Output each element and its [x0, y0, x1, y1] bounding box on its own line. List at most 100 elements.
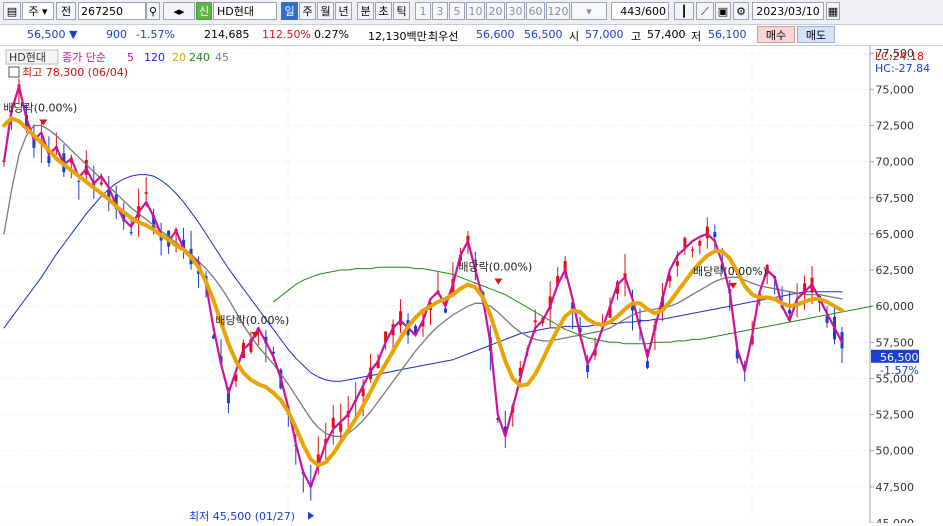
y-tick-label: 47,500 [876, 481, 915, 494]
calendar-icon[interactable]: ▦ [826, 2, 840, 20]
price-value: 56,500 [27, 28, 66, 41]
period-5[interactable]: 5 [449, 2, 465, 20]
candle-body [533, 320, 537, 323]
turnover-rate: 0.27% [314, 28, 349, 41]
open-label: 시 [569, 30, 580, 43]
candle-body [586, 364, 590, 372]
dividend-annotation: 배당락(0.00%) [458, 261, 532, 274]
best-bid: 56,500 [524, 28, 563, 41]
legend-ma120: 120 [144, 51, 165, 64]
dividend-annotation: 배당락(0.00%) [693, 265, 767, 278]
candle-body [788, 309, 792, 314]
y-tick-label: 67,500 [876, 192, 915, 205]
candle-body [690, 249, 694, 251]
period-20[interactable]: 20 [486, 2, 505, 20]
volume-ratio: 112.50% [262, 28, 311, 41]
candle-type-icon[interactable]: ┃ [674, 2, 694, 20]
y-tick-label: 60,000 [876, 300, 915, 313]
period-1[interactable]: 1 [415, 2, 431, 20]
legend-high-info: 최고 78,300 (06/04) [22, 66, 128, 79]
search-icon[interactable]: ⚲ [146, 2, 160, 20]
data-count-total: /600 [641, 5, 666, 18]
open-price: 57,000 [585, 28, 624, 41]
tab-day[interactable]: 일 [281, 2, 298, 20]
low-label: 저 [691, 30, 702, 43]
current-price: 56,500 ▼ [27, 28, 78, 41]
candle-body [144, 192, 148, 194]
tab-tick[interactable]: 틱 [393, 2, 410, 20]
legend-label: 종가 단순 [62, 51, 106, 64]
best-ask-label: 최우선 [428, 30, 459, 43]
current-pct-label: -1.57% [880, 364, 919, 377]
y-tick-label: 52,500 [876, 409, 915, 422]
legend-ma240: 240 [189, 51, 210, 64]
tab-week[interactable]: 주 [299, 2, 316, 20]
settings-icon[interactable]: ⚙ [733, 2, 749, 20]
change-percent: -1.57% [136, 28, 175, 41]
toolbar: ▤ 주 ▾ 전 267250 ⚲ ◂▸ 신 HD현대 일 주 월 년 분 초 틱… [0, 0, 943, 25]
code-prefix-button[interactable]: 전 [56, 2, 76, 20]
candle-body [226, 393, 230, 404]
sell-button[interactable]: 매도 [797, 26, 835, 43]
period-10[interactable]: 10 [466, 2, 485, 20]
candle-body [339, 423, 343, 432]
candle-body [77, 180, 81, 182]
hc-label: HC:-27.84 [875, 62, 930, 75]
y-tick-label: 75,000 [876, 83, 915, 96]
period-select[interactable]: 주 ▾ [22, 2, 54, 20]
tab-month[interactable]: 월 [317, 2, 334, 20]
dividend-annotation: 배당락(0.00%) [215, 314, 289, 327]
chart-svg[interactable]: 77,50075,00072,50070,00067,50065,00062,5… [0, 46, 943, 526]
tab-minute[interactable]: 분 [357, 2, 374, 20]
low-annotation: 최저 45,500 (01/27) [189, 510, 295, 523]
candle-body [645, 361, 649, 368]
chart-menu-icon[interactable]: ▤ [3, 2, 21, 20]
data-count-field[interactable]: 443/600 [611, 2, 669, 20]
legend-title: HD현대 [9, 51, 46, 64]
new-badge: 신 [196, 2, 212, 20]
plot-background [0, 46, 870, 523]
candle-body [675, 261, 679, 266]
tab-year[interactable]: 년 [335, 2, 352, 20]
custom-period-select[interactable]: ▾ [571, 2, 607, 20]
high-label: 고 [631, 30, 642, 43]
date-field[interactable]: 2023/03/10 [752, 2, 824, 20]
change-value: 900 [106, 28, 127, 41]
price-chart[interactable]: 77,500 75,000 72,500 70,000 67,500 65,000 62,5… [0, 46, 943, 526]
candle-body [443, 308, 447, 313]
legend-ma45: 45 [215, 51, 229, 64]
period-3[interactable]: 3 [432, 2, 448, 20]
scroll-arrows-icon[interactable]: ◂▸ [163, 2, 195, 20]
high-price: 57,400 [647, 28, 686, 41]
buy-button[interactable]: 매수 [757, 26, 795, 43]
y-tick-label: 70,000 [876, 156, 915, 169]
quote-bar: 56,500 ▼ 900 -1.57% 214,685 112.50% 0.27… [0, 25, 943, 46]
current-price-label: 56,500 [880, 351, 919, 364]
y-tick-label: 72,500 [876, 120, 915, 133]
y-ticks: 77,50075,00072,50070,00067,50065,00062,5… [870, 47, 915, 526]
y-tick-label: 65,000 [876, 228, 915, 241]
y-tick-label: 57,500 [876, 336, 915, 349]
stock-code-input[interactable]: 267250 [78, 2, 146, 20]
candle-body [99, 182, 103, 185]
candle-body [129, 232, 133, 234]
y-tick-label: 45,000 [876, 517, 915, 523]
period-120[interactable]: 120 [546, 2, 570, 20]
dividend-annotation: 배당락(0.00%) [3, 102, 77, 115]
period-30[interactable]: 30 [506, 2, 525, 20]
candle-body [698, 240, 702, 246]
y-tick-label: 50,000 [876, 445, 915, 458]
period-label: 주 [28, 5, 39, 18]
y-tick-label: 62,500 [876, 264, 915, 277]
candle-body [47, 155, 51, 164]
tab-second[interactable]: 초 [375, 2, 392, 20]
legend-toggle-icon[interactable] [8, 66, 20, 78]
stock-name-field[interactable]: HD현대 [213, 2, 277, 20]
save-icon[interactable]: ▣ [715, 2, 731, 20]
indicator-icon[interactable]: ⟋ [696, 2, 714, 20]
trade-amount: 12,130백만 [368, 30, 427, 43]
legend-ma20: 20 [172, 51, 186, 64]
data-count: 443 [620, 5, 642, 18]
period-60[interactable]: 60 [526, 2, 545, 20]
candle-body [713, 232, 717, 238]
